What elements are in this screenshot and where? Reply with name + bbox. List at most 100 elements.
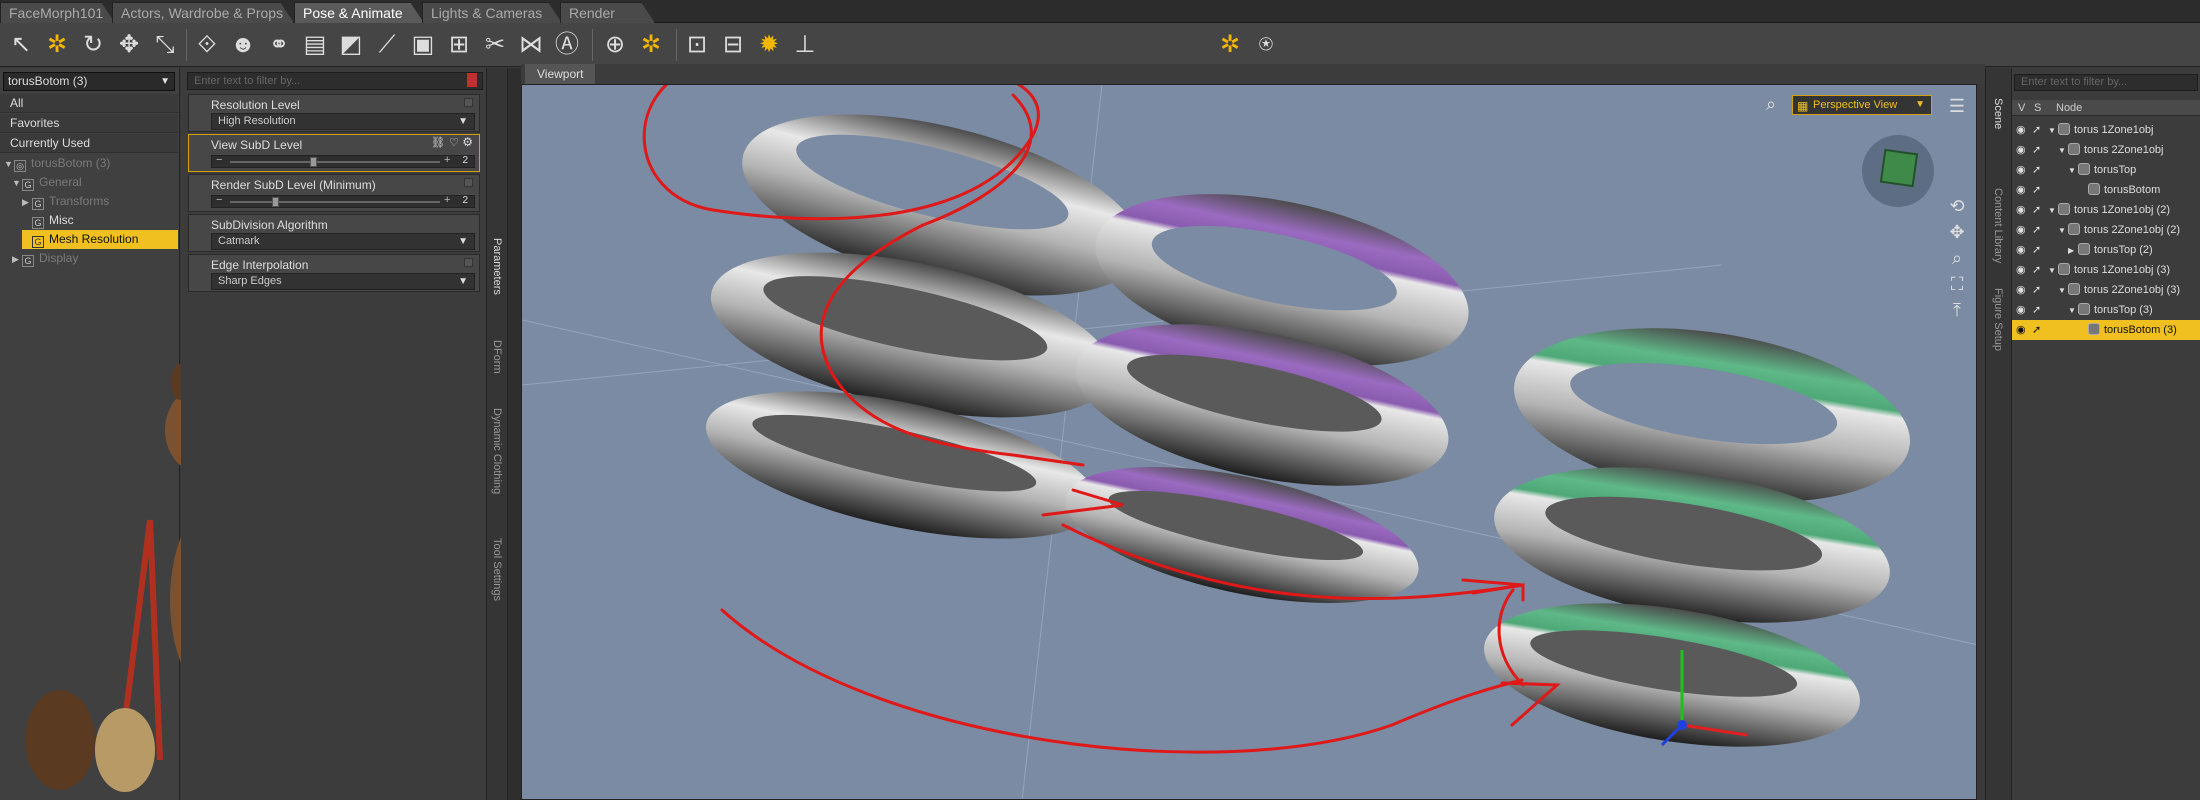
tab-actors-wardrobe-props[interactable]: Actors, Wardrobe & Props [112,2,294,23]
filter-favorites[interactable]: Favorites [0,114,178,133]
geometry-editor-icon[interactable]: ◩ [336,30,366,60]
active-tool-indicator-icon[interactable]: ✲ [1215,30,1245,60]
scene-node-row[interactable]: ◉ ➚ ▼ torus 2Zone1obj (2) [2012,220,2200,240]
side-tab-scene[interactable]: Scene [1992,98,2004,129]
visibility-eye-icon[interactable]: ◉ [2016,280,2026,300]
expand-arrow-icon[interactable]: ▼ [4,155,14,174]
selectable-cursor-icon[interactable]: ➚ [2032,160,2041,180]
tab-pose-animate[interactable]: Pose & Animate [294,2,424,23]
side-tab-parameters[interactable]: Parameters [491,238,503,295]
filter-currently-used[interactable]: Currently Used [0,134,178,153]
figure-tool-icon[interactable]: Ⓐ [552,30,582,60]
expand-arrow-icon[interactable]: ▼ [2068,301,2078,321]
translate-tool-icon[interactable]: ✥ [114,30,144,60]
view-cube-face[interactable] [1879,148,1919,188]
slider-increment-icon[interactable]: + [444,194,450,206]
scale-tool-icon[interactable]: ⤡ [150,30,180,60]
selectable-cursor-icon[interactable]: ➚ [2032,220,2041,240]
surface-selection-icon[interactable]: ⊞ [444,30,474,60]
pan-icon[interactable]: ✥ [1946,221,1968,243]
selectable-cursor-icon[interactable]: ➚ [2032,280,2041,300]
viewport-menu-icon[interactable]: ☰ [1946,95,1968,117]
node-selector-dropdown[interactable]: torusBotom (3) ▼ [3,72,175,91]
scene-node-row[interactable]: ◉ ➚ torusBotom (3) [2012,320,2200,340]
visibility-eye-icon[interactable]: ◉ [2016,260,2026,280]
favorite-heart-icon[interactable]: ♡ [449,136,459,149]
3d-viewport[interactable]: ▦ Perspective View ▼ ⌕ ☰ ⟲ ✥ ⌕ ⛶ ⤒ [521,84,1977,800]
selectable-cursor-icon[interactable]: ➚ [2032,260,2041,280]
filter-all[interactable]: All [0,94,178,113]
visibility-eye-icon[interactable]: ◉ [2016,200,2026,220]
expand-arrow-icon[interactable]: ▶ [22,193,32,212]
tree-item-display[interactable]: ▶ G Display [12,249,174,268]
scene-node-row[interactable]: ◉ ➚ ▶ torusTop (2) [2012,240,2200,260]
scene-node-row[interactable]: ◉ ➚ ▼ torus 1Zone1obj (3) [2012,260,2200,280]
active-pose-icon[interactable]: ☻ [228,30,258,60]
scene-node-row[interactable]: ◉ ➚ ▼ torus 2Zone1obj (3) [2012,280,2200,300]
light-bulb-icon[interactable]: ✹ [754,30,784,60]
param-menu-icon[interactable] [464,258,473,267]
slider-decrement-icon[interactable]: − [216,154,222,166]
pose-mode-icon[interactable]: ⍟ [1251,30,1281,60]
tab-lights-cameras[interactable]: Lights & Cameras [422,2,562,23]
selectable-cursor-icon[interactable]: ➚ [2032,120,2041,140]
slider-knob[interactable] [309,157,317,167]
slider-increment-icon[interactable]: + [444,154,450,166]
tree-item-mesh-resolution[interactable]: G Mesh Resolution [22,230,178,249]
scene-filter-input[interactable]: Enter text to filter by... [2014,74,2198,91]
expand-arrow-icon[interactable]: ▼ [2058,221,2068,241]
filter-clear-icon[interactable] [467,73,477,87]
panel-splitter[interactable] [508,68,521,800]
pointer-tool-icon[interactable]: ↖ [6,30,36,60]
column-visible[interactable]: V [2018,100,2025,116]
scene-node-row[interactable]: ◉ ➚ torusBotom [2012,180,2200,200]
expand-arrow-icon[interactable]: ▼ [2058,141,2068,161]
selectable-cursor-icon[interactable]: ➚ [2032,200,2041,220]
expand-arrow-icon[interactable]: ▼ [2048,121,2058,141]
camera-cube-icon[interactable]: ▣ [408,30,438,60]
side-tab-figure-setup[interactable]: Figure Setup [1992,288,2004,351]
side-tab-tool-settings[interactable]: Tool Settings [491,538,503,601]
tab-facemorph[interactable]: FaceMorph101 [0,2,115,23]
param-menu-icon[interactable] [464,98,473,107]
expand-arrow-icon[interactable]: ▼ [2058,281,2068,301]
spot-render-icon[interactable]: ✂ [480,30,510,60]
tree-item-transforms[interactable]: ▶ G Transforms [22,192,174,211]
column-node[interactable]: Node [2056,100,2082,116]
frame-icon[interactable]: ⛶ [1946,273,1968,295]
search-icon[interactable]: ⌕ [1760,93,1782,115]
aux-viewport-icon[interactable]: ▤ [300,30,330,60]
expand-arrow-icon[interactable]: ▶ [12,250,22,269]
side-tab-content-library[interactable]: Content Library [1992,188,2004,263]
expand-arrow-icon[interactable]: ▼ [2048,201,2058,221]
expand-arrow-icon[interactable]: ▼ [2068,161,2078,181]
expand-arrow-icon[interactable]: ▼ [12,174,22,193]
viewport-tab[interactable]: Viewport [525,64,595,84]
universal-tool-secondary-icon[interactable]: ✲ [636,30,666,60]
visibility-eye-icon[interactable]: ◉ [2016,140,2026,160]
slider-decrement-icon[interactable]: − [216,194,222,206]
new-figure-icon[interactable]: ⊡ [682,30,712,60]
side-tab-dform[interactable]: DForm [491,340,503,374]
zoom-icon[interactable]: ⌕ [1946,247,1968,269]
view-cube[interactable] [1862,135,1934,207]
selectable-cursor-icon[interactable]: ➚ [2032,300,2041,320]
parameters-filter-input[interactable]: Enter text to filter by... [187,72,483,90]
selectable-cursor-icon[interactable]: ➚ [2032,240,2041,260]
visibility-eye-icon[interactable]: ◉ [2016,300,2026,320]
tree-item-node[interactable]: ▼ ◎ torusBotom (3) [4,154,174,173]
edge-interpolation-dropdown[interactable]: Sharp Edges ▼ [211,273,475,290]
region-navigator-icon[interactable]: ⋈ [516,30,546,60]
selectable-cursor-icon[interactable]: ➚ [2032,140,2041,160]
visibility-eye-icon[interactable]: ◉ [2016,180,2026,200]
link-icon[interactable]: ⛓ [431,136,445,149]
universal-tool-icon[interactable]: ✲ [42,30,72,60]
visibility-eye-icon[interactable]: ◉ [2016,160,2026,180]
scene-node-row[interactable]: ◉ ➚ ▼ torus 1Zone1obj (2) [2012,200,2200,220]
selectable-cursor-icon[interactable]: ➚ [2032,320,2041,340]
align-tool-icon[interactable]: ⊥ [790,30,820,60]
figure-setup-icon[interactable]: ⊟ [718,30,748,60]
reset-view-icon[interactable]: ⤒ [1946,299,1968,321]
gear-icon[interactable]: ⚙ [462,135,473,149]
scene-node-row[interactable]: ◉ ➚ ▼ torus 1Zone1obj [2012,120,2200,140]
